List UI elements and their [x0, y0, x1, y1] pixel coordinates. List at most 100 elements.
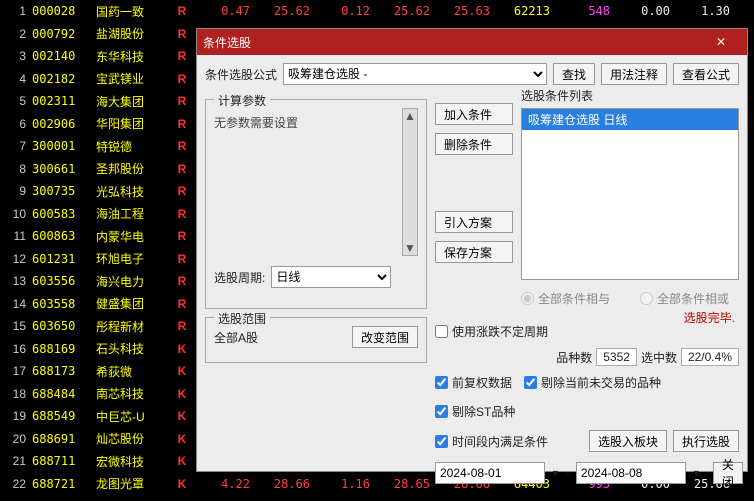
- stock-flag: R: [174, 229, 190, 243]
- stock-code: 300735: [26, 184, 96, 198]
- stock-name: 彤程新材: [96, 318, 174, 335]
- stock-name: 盐湖股份: [96, 25, 174, 42]
- stock-name: 灿芯股份: [96, 430, 174, 447]
- stock-name: 健盛集团: [96, 295, 174, 312]
- ck-st[interactable]: 剔除ST品种: [435, 403, 515, 420]
- radio-or[interactable]: 全部条件相或: [640, 290, 729, 307]
- row-index: 3: [4, 49, 26, 63]
- close-button[interactable]: 关闭: [713, 462, 743, 484]
- stock-value: 1.16: [310, 477, 370, 491]
- params-fieldset: 计算参数 无参数需要设置 ▲▼ 选股周期: 日线: [205, 99, 427, 309]
- count-value: 5352: [596, 348, 637, 366]
- scope-fieldset: 选股范围 全部A股 改变范围: [205, 317, 427, 363]
- stock-name: 圣邦股份: [96, 160, 174, 177]
- row-index: 9: [4, 184, 26, 198]
- stock-code: 600583: [26, 207, 96, 221]
- condition-list-label: 选股条件列表: [521, 87, 739, 104]
- stock-code: 688549: [26, 409, 96, 423]
- stock-value: 25.62: [370, 4, 430, 18]
- row-index: 1: [4, 4, 26, 18]
- stock-flag: R: [174, 162, 190, 176]
- stock-name: 龙图光罩: [96, 475, 174, 492]
- hit-label: 选中数: [641, 349, 677, 366]
- params-text: 无参数需要设置: [214, 108, 402, 256]
- stock-name: 南芯科技: [96, 385, 174, 402]
- row-index: 2: [4, 27, 26, 41]
- stock-code: 002182: [26, 72, 96, 86]
- stock-code: 002140: [26, 49, 96, 63]
- stock-value: 0.00: [610, 4, 670, 18]
- dialog-title: 条件选股: [203, 34, 251, 51]
- formula-select[interactable]: 吸筹建仓选股 -: [283, 63, 547, 85]
- count-label: 品种数: [556, 349, 592, 366]
- save-plan-button[interactable]: 保存方案: [435, 241, 513, 263]
- to-block-button[interactable]: 选股入板块: [589, 430, 667, 452]
- ck-indefinite[interactable]: 使用涨跌不定周期: [435, 323, 739, 340]
- run-selection-button[interactable]: 执行选股: [673, 430, 739, 452]
- view-formula-button[interactable]: 查看公式: [673, 63, 739, 85]
- stock-flag: K: [174, 454, 190, 468]
- stock-code: 600863: [26, 229, 96, 243]
- import-plan-button[interactable]: 引入方案: [435, 211, 513, 233]
- stock-name: 宏微科技: [96, 453, 174, 470]
- stock-code: 300661: [26, 162, 96, 176]
- date-from-input[interactable]: [435, 462, 545, 484]
- row-index: 17: [4, 364, 26, 378]
- stock-name: 华阳集团: [96, 115, 174, 132]
- date-to-input[interactable]: [576, 462, 686, 484]
- stock-code: 688173: [26, 364, 96, 378]
- condition-list-item[interactable]: 吸筹建仓选股 日线: [522, 109, 738, 130]
- stock-flag: R: [174, 117, 190, 131]
- usage-button[interactable]: 用法注释: [601, 63, 667, 85]
- ck-fq[interactable]: 前复权数据: [435, 374, 512, 391]
- stock-value: 25.63: [430, 4, 490, 18]
- radio-and[interactable]: 全部条件相与: [521, 290, 610, 307]
- period-select[interactable]: 日线: [271, 266, 391, 288]
- scroll-down-icon[interactable]: ▼: [404, 241, 416, 255]
- row-index: 12: [4, 252, 26, 266]
- stock-value: 28.65: [370, 477, 430, 491]
- find-button[interactable]: 查找: [553, 63, 595, 85]
- change-scope-button[interactable]: 改变范围: [352, 326, 418, 348]
- stock-flag: K: [174, 409, 190, 423]
- stock-flag: R: [174, 274, 190, 288]
- row-index: 15: [4, 319, 26, 333]
- stock-row[interactable]: 1000028国药一致R0.4725.620.1225.6225.6362213…: [0, 0, 754, 23]
- delete-condition-button[interactable]: 删除条件: [435, 133, 513, 155]
- stock-value: 4.22: [190, 477, 250, 491]
- stock-code: 688691: [26, 432, 96, 446]
- stock-flag: R: [174, 184, 190, 198]
- chevron-down-icon[interactable]: ▼: [692, 468, 701, 478]
- scroll-up-icon[interactable]: ▲: [404, 109, 416, 123]
- ck-notrade[interactable]: 剔除当前未交易的品种: [524, 374, 661, 391]
- close-icon[interactable]: ✕: [701, 32, 741, 52]
- condition-listbox[interactable]: 吸筹建仓选股 日线: [521, 108, 739, 280]
- stock-flag: R: [174, 297, 190, 311]
- row-index: 4: [4, 72, 26, 86]
- stock-value: 0.47: [190, 4, 250, 18]
- stock-value: 0.12: [310, 4, 370, 18]
- stock-value: 62213: [490, 4, 550, 18]
- stock-name: 海兴电力: [96, 273, 174, 290]
- stock-flag: R: [174, 207, 190, 221]
- stock-code: 688721: [26, 477, 96, 491]
- stock-flag: K: [174, 477, 190, 491]
- dialog-titlebar[interactable]: 条件选股 ✕: [197, 29, 747, 55]
- ck-range[interactable]: 时间段内满足条件: [435, 433, 548, 450]
- add-condition-button[interactable]: 加入条件: [435, 103, 513, 125]
- row-index: 19: [4, 409, 26, 423]
- stock-name: 海油工程: [96, 205, 174, 222]
- chevron-down-icon[interactable]: ▼: [551, 468, 560, 478]
- row-index: 21: [4, 454, 26, 468]
- stock-code: 603558: [26, 297, 96, 311]
- stock-flag: R: [174, 139, 190, 153]
- params-scrollbar[interactable]: ▲▼: [402, 108, 418, 256]
- stock-code: 000792: [26, 27, 96, 41]
- params-legend: 计算参数: [214, 92, 270, 109]
- row-index: 10: [4, 207, 26, 221]
- stock-flag: K: [174, 364, 190, 378]
- stock-code: 000028: [26, 4, 96, 18]
- scope-legend: 选股范围: [214, 310, 270, 327]
- stock-flag: R: [174, 27, 190, 41]
- stock-name: 光弘科技: [96, 183, 174, 200]
